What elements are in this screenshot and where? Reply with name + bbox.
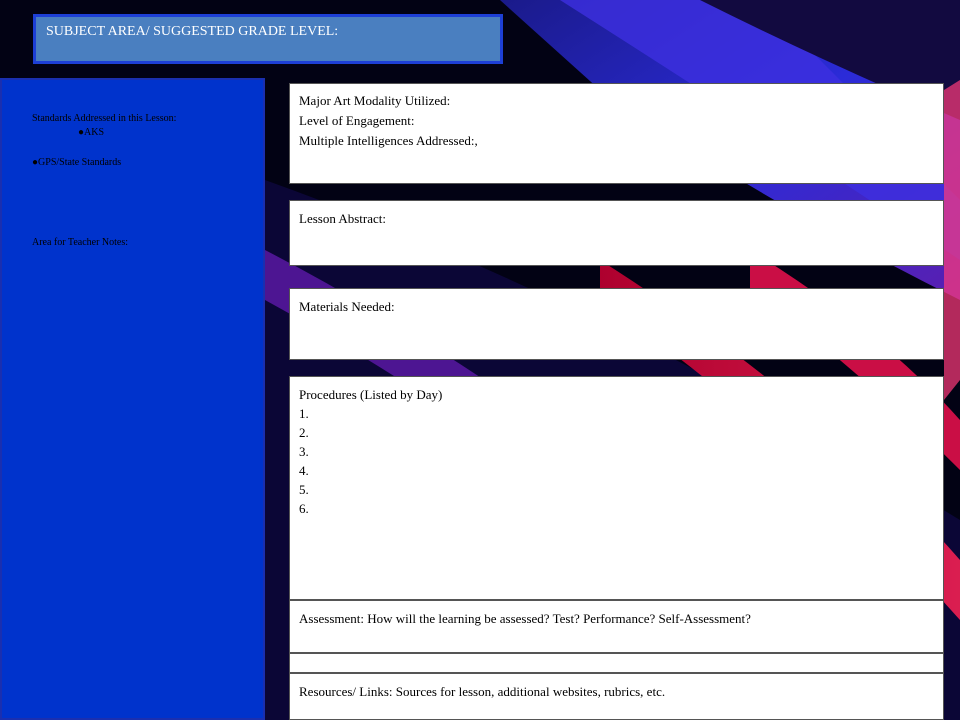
teacher-notes-sidebar: Standards Addressed in this Lesson: ●AKS… — [0, 78, 265, 720]
procedure-step: 3. — [299, 444, 309, 459]
procedures-box[interactable]: Procedures (Listed by Day) 1. 2. 3. 4. 5… — [289, 376, 944, 600]
lesson-abstract-label: Lesson Abstract: — [299, 211, 387, 226]
teacher-notes-label: Area for Teacher Notes: — [32, 237, 129, 248]
engagement-label: Level of Engagement: — [299, 113, 415, 128]
intelligences-label: Multiple Intelligences Addressed:, — [299, 133, 478, 148]
subject-grade-title: SUBJECT AREA/ SUGGESTED GRADE LEVEL: — [33, 14, 503, 64]
assessment-label: Assessment: How will the learning be ass… — [299, 611, 751, 626]
standards-label: Standards Addressed in this Lesson: — [32, 113, 177, 124]
aks-label: AKS — [84, 127, 105, 138]
modality-box[interactable]: Major Art Modality Utilized: Level of En… — [289, 83, 944, 184]
procedure-step: 4. — [299, 463, 309, 478]
modality-label: Major Art Modality Utilized: — [299, 93, 451, 108]
procedure-step: 2. — [299, 425, 309, 440]
assessment-box[interactable]: Assessment: How will the learning be ass… — [289, 600, 944, 653]
resources-box[interactable]: Resources/ Links: Sources for lesson, ad… — [289, 673, 944, 720]
procedure-step: 5. — [299, 482, 309, 497]
spacer-box — [289, 653, 944, 673]
materials-needed-box[interactable]: Materials Needed: — [289, 288, 944, 360]
lesson-abstract-box[interactable]: Lesson Abstract: — [289, 200, 944, 266]
standards-bullet-gps: ●GPS/State Standards — [32, 157, 121, 168]
resources-label: Resources/ Links: Sources for lesson, ad… — [299, 684, 666, 699]
gps-label: GPS/State Standards — [38, 157, 122, 168]
procedures-title: Procedures (Listed by Day) — [299, 387, 443, 402]
procedure-step: 6. — [299, 501, 309, 516]
procedure-step: 1. — [299, 406, 309, 421]
standards-bullet-aks: ●AKS — [78, 127, 104, 138]
materials-needed-label: Materials Needed: — [299, 299, 395, 314]
